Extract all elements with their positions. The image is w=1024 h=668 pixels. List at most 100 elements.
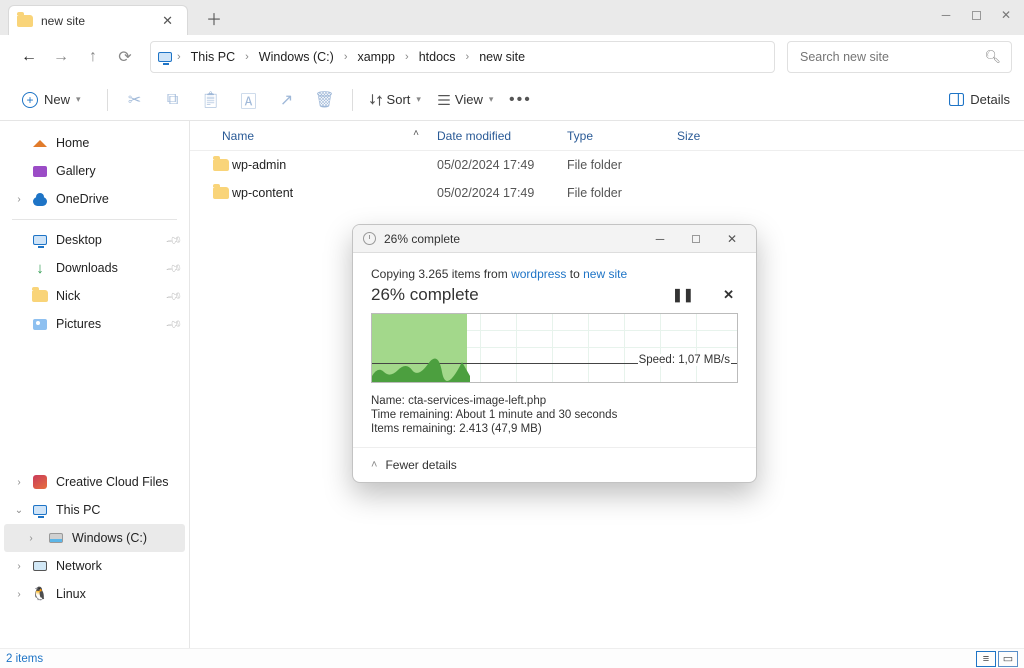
delete-button[interactable]: 🗑︎ (308, 86, 342, 114)
breadcrumb-segment[interactable]: htdocs (413, 48, 462, 66)
sidebar-label: Creative Cloud Files (56, 475, 169, 489)
dialog-close-button[interactable]: ✕ (718, 228, 746, 250)
breadcrumb-segment[interactable]: This PC (185, 48, 241, 66)
nav-up-button[interactable]: ↑ (78, 42, 108, 72)
dialog-title: 26% complete (384, 232, 638, 246)
sidebar-label: Gallery (56, 164, 96, 178)
sidebar-item-home[interactable]: Home (4, 129, 185, 157)
dialog-maximize-button[interactable] (682, 228, 710, 250)
window-maximize-button[interactable] (962, 4, 990, 26)
chevron-right-icon[interactable]: › (243, 51, 251, 63)
sidebar-item-downloads[interactable]: ↓Downloads📌︎ (4, 254, 185, 282)
expander-icon[interactable]: › (12, 477, 26, 488)
sort-button[interactable]: Sort ▾ (363, 89, 427, 110)
folder-icon (17, 15, 33, 27)
copy-description: Copying 3.265 items from wordpress to ne… (371, 267, 738, 281)
window-minimize-button[interactable]: ─ (932, 4, 960, 26)
expander-icon[interactable]: › (24, 533, 38, 544)
view-details-button[interactable]: ≡ (976, 651, 996, 667)
file-date: 05/02/2024 17:49 (437, 158, 567, 172)
nav-forward-button[interactable]: → (46, 42, 76, 72)
chevron-right-icon[interactable]: › (403, 51, 411, 63)
source-link[interactable]: wordpress (511, 267, 566, 281)
copy-button[interactable]: ⧉ (156, 86, 190, 114)
search-box[interactable]: 🔍︎ (787, 41, 1012, 73)
sidebar-item-this-pc[interactable]: ⌄This PC (4, 496, 185, 524)
separator (107, 89, 108, 111)
status-text: 2 items (6, 653, 43, 665)
chevron-right-icon[interactable]: › (175, 51, 183, 63)
sidebar-item-windows-c[interactable]: › Windows (C:) (4, 524, 185, 552)
monitor-icon (157, 49, 173, 65)
new-tab-button[interactable]: ＋ (206, 6, 222, 30)
details-pane-button[interactable]: Details (949, 92, 1010, 107)
info-time: Time remaining: About 1 minute and 30 se… (371, 409, 738, 421)
breadcrumb-segment[interactable]: xampp (351, 48, 401, 66)
breadcrumb[interactable]: › This PC › Windows (C:) › xampp › htdoc… (150, 41, 775, 73)
chevron-down-icon: ▾ (416, 94, 421, 105)
share-button[interactable]: ↗ (270, 86, 304, 114)
chevron-right-icon[interactable]: › (342, 51, 350, 63)
file-row[interactable]: wp-content05/02/2024 17:49File folder (190, 179, 1024, 207)
home-icon (32, 135, 48, 151)
view-icons-button[interactable]: ▭ (998, 651, 1018, 667)
expander-icon[interactable]: › (12, 194, 26, 205)
sidebar-label: Downloads (56, 261, 118, 275)
column-header-type[interactable]: Type (567, 129, 677, 143)
window-close-button[interactable]: ✕ (992, 4, 1020, 26)
sidebar-item-gallery[interactable]: Gallery (4, 157, 185, 185)
breadcrumb-segment[interactable]: Windows (C:) (253, 48, 340, 66)
destination-link[interactable]: new site (583, 267, 627, 281)
speed-wave (372, 356, 472, 382)
chevron-up-icon: ˄ (371, 459, 377, 471)
pin-icon: 📌︎ (165, 287, 184, 306)
nav-back-button[interactable]: ← (14, 42, 44, 72)
sidebar-item-creative-cloud[interactable]: › Creative Cloud Files (4, 468, 185, 496)
sidebar-item-desktop[interactable]: Desktop📌︎ (4, 226, 185, 254)
address-bar: ← → ↑ ⟳ › This PC › Windows (C:) › xampp… (0, 35, 1024, 79)
dialog-minimize-button[interactable]: ─ (646, 228, 674, 250)
monitor-icon (32, 502, 48, 518)
file-row[interactable]: wp-admin05/02/2024 17:49File folder (190, 151, 1024, 179)
rename-button[interactable]: 🄰 (232, 86, 266, 114)
view-button[interactable]: View ▾ (431, 89, 499, 110)
window-tab[interactable]: new site ✕ (8, 5, 188, 35)
more-button[interactable]: ••• (503, 86, 537, 114)
expander-icon[interactable]: › (12, 589, 26, 600)
new-button[interactable]: + New ▾ (14, 89, 89, 111)
paste-button[interactable]: 📋︎ (194, 86, 228, 114)
sidebar-item-linux[interactable]: ›🐧Linux (4, 580, 185, 608)
column-header-name[interactable]: Name˄ (222, 129, 437, 143)
sidebar-label: Pictures (56, 317, 101, 331)
expander-icon[interactable]: ⌄ (12, 505, 26, 516)
breadcrumb-segment[interactable]: new site (473, 48, 531, 66)
gallery-icon (32, 163, 48, 179)
file-name: wp-admin (232, 158, 437, 172)
sidebar-item-network[interactable]: ›Network (4, 552, 185, 580)
info-name: Name: cta-services-image-left.php (371, 395, 738, 407)
dialog-titlebar[interactable]: 26% complete ─ ✕ (353, 225, 756, 253)
column-header-date[interactable]: Date modified (437, 129, 567, 143)
tab-close-button[interactable]: ✕ (158, 11, 177, 31)
chevron-right-icon[interactable]: › (464, 51, 472, 63)
search-input[interactable] (798, 49, 978, 65)
fewer-details-button[interactable]: ˄ Fewer details (371, 458, 738, 472)
download-icon: ↓ (32, 260, 48, 276)
cancel-button[interactable]: ✕ (719, 285, 738, 304)
sidebar-label: OneDrive (56, 192, 109, 206)
desktop-icon (32, 232, 48, 248)
details-label: Details (970, 92, 1010, 107)
search-icon[interactable]: 🔍︎ (984, 49, 1001, 65)
pause-button[interactable]: ❚❚ (668, 285, 698, 304)
sidebar-label: Windows (C:) (72, 531, 147, 545)
expander-icon[interactable]: › (12, 561, 26, 572)
cut-button[interactable]: ✂ (118, 86, 152, 114)
sidebar-item-onedrive[interactable]: › OneDrive (4, 185, 185, 213)
cloud-icon (32, 191, 48, 207)
file-name: wp-content (232, 186, 437, 200)
creative-cloud-icon (32, 474, 48, 490)
sidebar-item-pictures[interactable]: Pictures📌︎ (4, 310, 185, 338)
nav-refresh-button[interactable]: ⟳ (110, 42, 140, 72)
column-header-size[interactable]: Size (677, 129, 747, 143)
sidebar-item-nick[interactable]: Nick📌︎ (4, 282, 185, 310)
